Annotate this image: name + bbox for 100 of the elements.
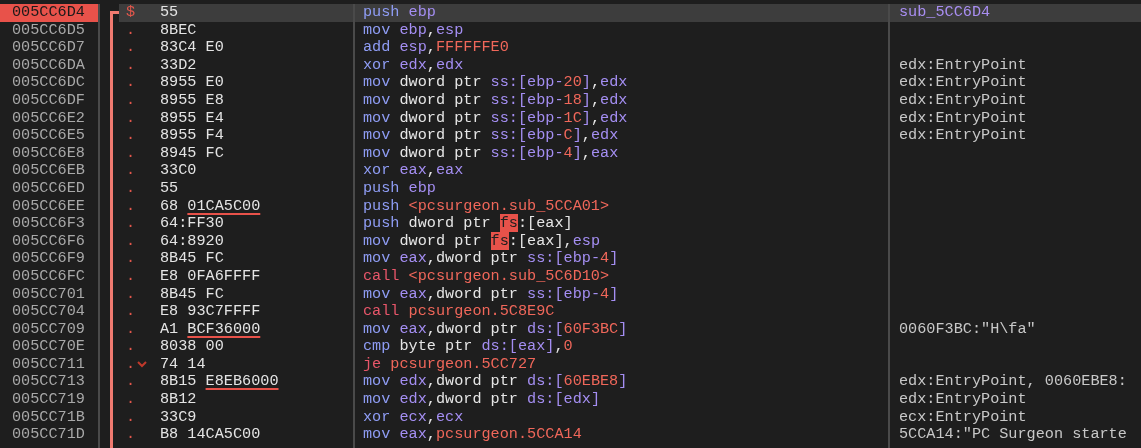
address-cell[interactable]: 005CC6FC	[0, 267, 98, 286]
instruction-cell-text: add esp,FFFFFFE0	[362, 39, 510, 57]
instruction-cell-text: mov edx,dword ptr ds:[edx]	[362, 391, 601, 409]
instruction-cell-text: mov eax,dword ptr ds:[60F3BC]	[362, 320, 629, 339]
instruction-cell-text: push ebp	[362, 179, 437, 198]
bytes-cell-text: 8B45 FC	[160, 285, 225, 304]
comment-text: edx:EntryPoint	[899, 73, 1027, 92]
instruction-cell-text: mov edx,dword ptr ds:[60EBE8]	[362, 373, 629, 392]
address-cell[interactable]: 005CC6E2	[0, 109, 98, 128]
comment-text: sub_5CC6D4	[899, 3, 991, 21]
line-marker: .	[126, 56, 136, 75]
address-cell[interactable]: 005CC704	[0, 303, 98, 321]
bytes-cell-text: 74 14	[160, 355, 207, 374]
line-marker: .	[126, 144, 136, 163]
instruction-cell-text: xor ecx,ecx	[362, 408, 465, 427]
comment-text: ecx:EntryPoint	[899, 407, 1027, 426]
address-cell[interactable]: 005CC6EE	[0, 197, 98, 216]
line-marker: .	[126, 373, 136, 392]
address-cell[interactable]: 005CC713	[0, 373, 98, 392]
bytes-cell-text: 8955 F4	[160, 127, 225, 145]
bytes-cell-text: 8BEC	[160, 21, 198, 40]
instruction-cell-text: mov ebp,esp	[362, 21, 465, 40]
address-cell[interactable]: 005CC6F6	[0, 232, 98, 251]
line-marker: .	[126, 91, 136, 110]
address-cell[interactable]: 005CC71D	[0, 426, 98, 444]
bytes-cell-text: E8 93C7FFFF	[160, 303, 262, 321]
comment-text: edx:EntryPoint	[899, 390, 1027, 409]
bytes-cell-text: A1 BCF36000	[160, 320, 262, 339]
bytes-cell-text: 55	[160, 179, 180, 198]
comment-text: edx:EntryPoint	[899, 90, 1027, 109]
bytes-cell-text: 8038 00	[160, 338, 225, 356]
address-cell[interactable]: 005CC719	[0, 391, 98, 409]
bytes-cell-text: 8945 FC	[160, 144, 225, 163]
instruction-cell-text: call <pcsurgeon.sub_5C6D10>	[362, 267, 611, 286]
comment-text: 5CCA14:"PC Surgeon starte	[899, 425, 1127, 444]
address-cell[interactable]: 005CC6EB	[0, 162, 98, 180]
comment-text: 0060F3BC:"H\fa"	[899, 319, 1036, 338]
address-cell[interactable]: 005CC71B	[0, 408, 98, 427]
instruction-cell-text: push dword ptr fs:[eax]	[362, 215, 574, 233]
address-cell[interactable]: 005CC711	[0, 355, 98, 374]
instruction-cell-text: mov dword ptr ss:[ebp-1C],edx	[362, 109, 629, 128]
bytes-cell-text: 8B15 E8EB6000	[160, 373, 280, 392]
line-marker: .	[126, 179, 136, 198]
address-cell[interactable]: 005CC6DF	[0, 91, 98, 110]
instruction-cell-text: call pcsurgeon.5C8E9C	[362, 303, 556, 321]
instruction-cell-text: mov dword ptr ss:[ebp-C],edx	[362, 127, 620, 145]
instruction-cell-text: je pcsurgeon.5CC727	[362, 355, 538, 374]
address-cell[interactable]: 005CC6D7	[0, 39, 98, 57]
instruction-cell-text: cmp byte ptr ds:[eax],0	[362, 338, 574, 356]
bytes-cell-text: 83C4 E0	[160, 39, 225, 57]
bytes-cell-text: E8 0FA6FFFF	[160, 267, 262, 286]
address-cell[interactable]: 005CC6D4	[0, 4, 98, 22]
line-marker: .	[126, 285, 136, 304]
instruction-cell: push ebp	[355, 4, 888, 22]
instruction-cell-text: mov dword ptr ss:[ebp-20],edx	[362, 74, 629, 92]
comment-text: edx:EntryPoint	[899, 55, 1027, 74]
line-marker: .	[126, 391, 136, 409]
address-cell[interactable]: 005CC6F3	[0, 215, 98, 233]
address-cell[interactable]: 005CC709	[0, 320, 98, 339]
bytes-cell-text: 33C0	[160, 162, 198, 180]
instruction-cell-text: mov eax,dword ptr ss:[ebp-4]	[362, 285, 620, 304]
instruction-cell-text: xor eax,eax	[362, 162, 465, 180]
instruction-cell-text: mov dword ptr ss:[ebp-18],edx	[362, 91, 629, 110]
bytes-cell-text: 8955 E8	[160, 91, 225, 110]
bytes-cell-text: 8955 E4	[160, 109, 225, 128]
comment-text: edx:EntryPoint, 0060EBE8:	[899, 372, 1127, 391]
address-cell[interactable]: 005CC6DC	[0, 74, 98, 92]
line-marker: .	[126, 127, 136, 145]
line-marker: .	[126, 215, 136, 233]
bytes-cell-text: 64:8920	[160, 232, 225, 251]
address-cell[interactable]: 005CC701	[0, 285, 98, 304]
bytes-cell: 55	[160, 4, 353, 22]
line-marker: .	[126, 338, 136, 356]
line-marker: .	[126, 408, 136, 427]
comment-text: edx:EntryPoint	[899, 108, 1027, 127]
line-marker: .	[126, 303, 136, 321]
line-marker: $	[126, 4, 136, 22]
line-marker: .	[126, 232, 136, 251]
line-marker: .	[126, 74, 136, 92]
bytes-cell-text: 8955 E0	[160, 74, 225, 92]
bytes-cell-text: 33C9	[160, 408, 198, 427]
address-cell[interactable]: 005CC6ED	[0, 179, 98, 198]
bytes-cell-text: 8B45 FC	[160, 250, 225, 268]
address-cell[interactable]: 005CC6E5	[0, 127, 98, 145]
instruction-cell-text: xor edx,edx	[362, 56, 465, 75]
comment-text: edx:EntryPoint	[899, 126, 1027, 145]
address-cell[interactable]: 005CC70E	[0, 338, 98, 356]
line-marker: .	[126, 197, 136, 216]
bytes-cell-text: 8B12	[160, 391, 198, 409]
bytes-cell-text: 33D2	[160, 56, 198, 75]
bytes-cell-text: 68 01CA5C00	[160, 197, 262, 216]
bytes-cell-text: 64:FF30	[160, 215, 225, 233]
line-marker: .	[126, 162, 136, 180]
address-cell[interactable]: 005CC6D5	[0, 21, 98, 40]
instruction-cell-text: push <pcsurgeon.sub_5CCA01>	[362, 197, 611, 216]
instruction-cell-text: mov eax,dword ptr ss:[ebp-4]	[362, 250, 620, 268]
address-cell[interactable]: 005CC6F9	[0, 250, 98, 268]
address-cell[interactable]: 005CC6DA	[0, 56, 98, 75]
address-cell[interactable]: 005CC6E8	[0, 144, 98, 163]
bytes-cell-text: B8 14CA5C00	[160, 426, 262, 444]
